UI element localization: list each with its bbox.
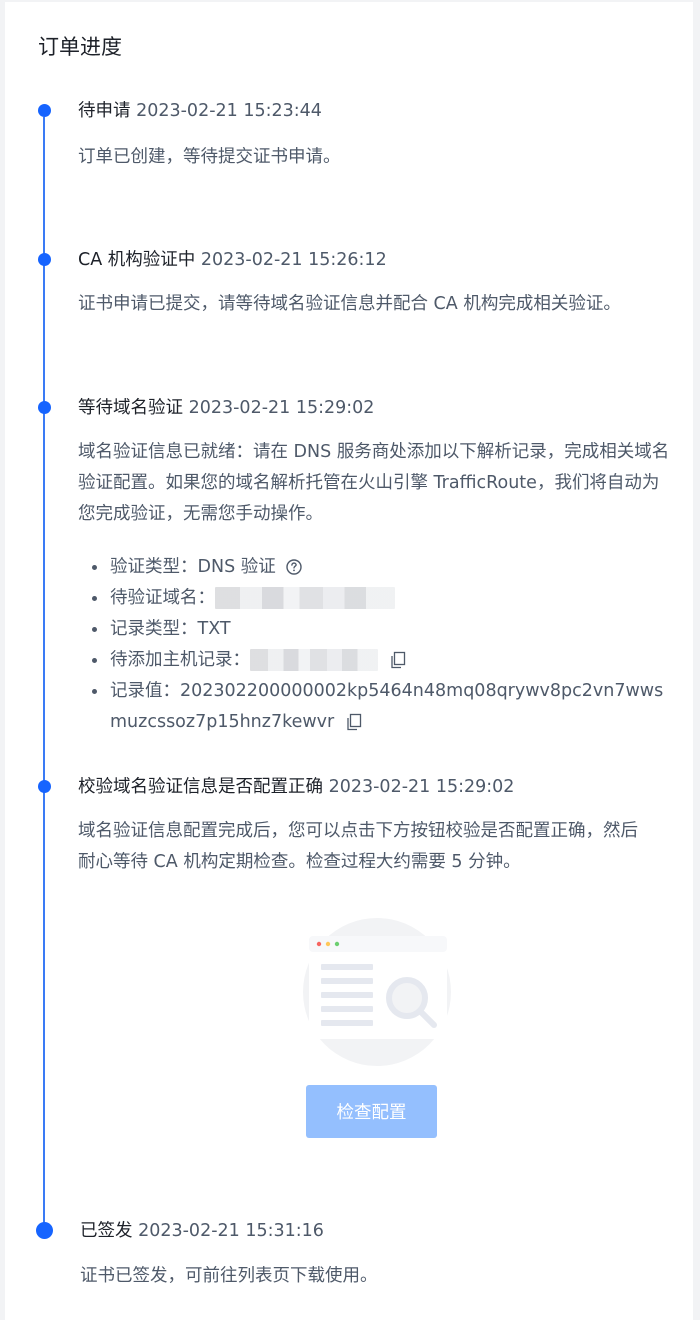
copy-icon[interactable] — [346, 713, 362, 731]
search-document-illustration — [303, 918, 451, 1066]
step-description: 域名验证信息已就绪：请在 DNS 服务商处添加以下解析记录，完成相关域名验证配置… — [78, 442, 670, 524]
step-status: 待申请 — [78, 101, 131, 121]
detail-host-record: 待添加主机记录： — [92, 645, 680, 676]
step-time: 2023-02-21 15:29:02 — [328, 777, 515, 797]
help-icon[interactable] — [285, 558, 303, 576]
verification-details: 验证类型：DNS 验证 待验证域名： 记录类型：TXT 待添加主机记录： 记录值… — [92, 552, 680, 738]
timeline-dot — [38, 104, 51, 117]
step-header: 已签发 2023-02-21 15:31:16 — [80, 1218, 324, 1244]
detail-record-type: 记录类型：TXT — [92, 614, 680, 645]
step-time: 2023-02-21 15:26:12 — [200, 250, 387, 270]
timeline-dot — [38, 253, 51, 266]
detail-value: DNS 验证 — [197, 557, 276, 577]
step-status: 已签发 — [80, 1221, 133, 1241]
step-description: 域名验证信息配置完成后，您可以点击下方按钮校验是否配置正确，然后耐心等待 CA … — [78, 821, 638, 872]
timeline-dot — [38, 780, 51, 793]
redacted-host-record — [250, 649, 378, 671]
step-description: 证书申请已提交，请等待域名验证信息并配合 CA 机构完成相关验证。 — [78, 294, 621, 314]
detail-label: 记录值： — [110, 681, 180, 701]
step-description: 证书已签发，可前往列表页下载使用。 — [80, 1266, 378, 1286]
step-header: 校验域名验证信息是否配置正确 2023-02-21 15:29:02 — [78, 774, 514, 800]
copy-icon[interactable] — [390, 651, 406, 669]
detail-label: 待添加主机记录： — [110, 650, 250, 670]
timeline-dot — [38, 401, 51, 414]
detail-label: 验证类型： — [110, 557, 198, 577]
timeline-dot — [36, 1222, 53, 1239]
detail-label: 记录类型： — [110, 619, 198, 639]
check-config-button[interactable]: 检查配置 — [306, 1085, 437, 1138]
page-title: 订单进度 — [38, 35, 122, 59]
step-status: 等待域名验证 — [78, 398, 183, 418]
step-status: CA 机构验证中 — [78, 250, 196, 270]
detail-verify-type: 验证类型：DNS 验证 — [92, 552, 680, 583]
step-time: 2023-02-21 15:31:16 — [138, 1221, 324, 1241]
redacted-domain — [215, 587, 395, 609]
step-status: 校验域名验证信息是否配置正确 — [78, 777, 323, 797]
step-description: 订单已创建，等待提交证书申请。 — [78, 147, 341, 167]
step-header: 待申请 2023-02-21 15:23:44 — [78, 98, 322, 124]
detail-domain: 待验证域名： — [92, 583, 680, 614]
detail-value: 202302200000002kp5464n48mq08qrywv8pc2vn7… — [110, 681, 664, 732]
timeline-line — [43, 117, 45, 1232]
detail-value: TXT — [197, 619, 231, 639]
detail-record-value: 记录值：202302200000002kp5464n48mq08qrywv8pc… — [92, 676, 680, 738]
step-time: 2023-02-21 15:23:44 — [136, 101, 322, 121]
step-time: 2023-02-21 15:29:02 — [188, 398, 375, 418]
detail-label: 待验证域名： — [110, 588, 215, 608]
order-progress-card: 订单进度 待申请 2023-02-21 15:23:44 订单已创建，等待提交证… — [5, 2, 693, 1320]
step-header: CA 机构验证中 2023-02-21 15:26:12 — [78, 247, 387, 273]
step-header: 等待域名验证 2023-02-21 15:29:02 — [78, 395, 374, 421]
